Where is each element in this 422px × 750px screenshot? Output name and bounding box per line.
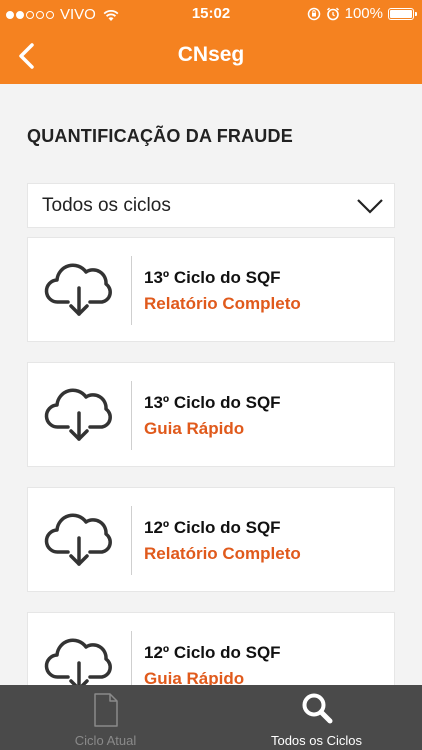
card-divider bbox=[131, 506, 132, 575]
card-divider bbox=[131, 381, 132, 450]
document-card[interactable]: 13º Ciclo do SQF Guia Rápido bbox=[27, 362, 395, 467]
tab-todos-os-ciclos[interactable]: Todos os Ciclos bbox=[211, 685, 422, 750]
card-divider bbox=[131, 256, 132, 325]
tab-ciclo-atual[interactable]: Ciclo Atual bbox=[0, 685, 211, 750]
orientation-lock-icon bbox=[307, 7, 320, 20]
document-link[interactable]: Relatório Completo bbox=[144, 294, 301, 314]
cycle-filter-dropdown[interactable]: Todos os ciclos bbox=[27, 183, 395, 228]
tab-bar: Ciclo Atual Todos os Ciclos bbox=[0, 685, 422, 750]
status-bar: VIVO 15:02 100% bbox=[0, 0, 422, 28]
document-title: 12º Ciclo do SQF bbox=[144, 643, 281, 662]
document-title: 12º Ciclo do SQF bbox=[144, 518, 281, 537]
search-icon bbox=[302, 693, 332, 724]
chevron-down-icon bbox=[357, 199, 383, 214]
cloud-download-icon bbox=[44, 510, 114, 570]
document-card[interactable]: 12º Ciclo do SQF Relatório Completo bbox=[27, 487, 395, 592]
status-bar-right: 100% bbox=[307, 5, 417, 22]
battery-percent: 100% bbox=[344, 5, 383, 22]
document-title: 13º Ciclo do SQF bbox=[144, 268, 281, 287]
document-icon bbox=[93, 693, 118, 727]
document-title: 13º Ciclo do SQF bbox=[144, 393, 281, 412]
cycle-filter-value: Todos os ciclos bbox=[42, 194, 171, 216]
document-link[interactable]: Relatório Completo bbox=[144, 544, 301, 564]
navigation-bar: CNseg bbox=[0, 28, 422, 84]
app-title: CNseg bbox=[177, 43, 245, 66]
tab-label: Todos os Ciclos bbox=[270, 733, 363, 748]
battery-icon bbox=[388, 7, 417, 20]
cloud-download-icon bbox=[44, 260, 114, 320]
cloud-download-icon bbox=[44, 385, 114, 445]
section-title: QUANTIFICAÇÃO DA FRAUDE bbox=[27, 126, 293, 146]
alarm-clock-icon bbox=[326, 7, 339, 20]
tab-label: Ciclo Atual bbox=[74, 733, 137, 748]
document-card[interactable]: 13º Ciclo do SQF Relatório Completo bbox=[27, 237, 395, 342]
document-link[interactable]: Guia Rápido bbox=[144, 419, 244, 439]
